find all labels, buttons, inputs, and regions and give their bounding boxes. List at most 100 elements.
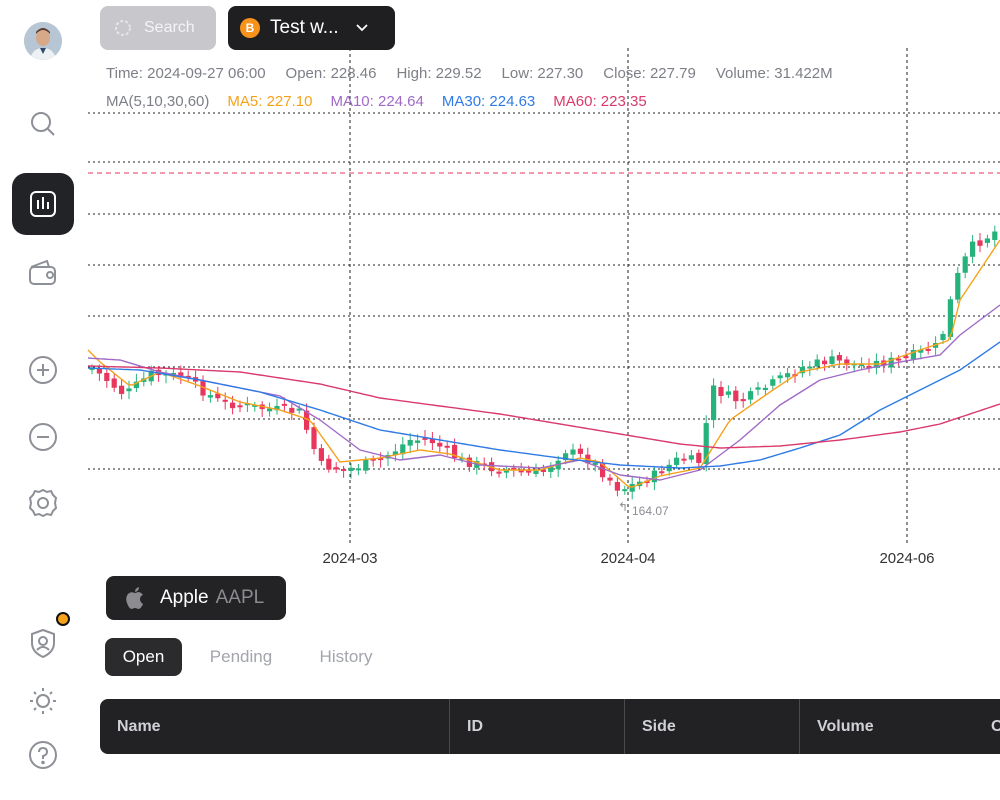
tab-pending[interactable]: Pending xyxy=(198,638,284,676)
candle-body xyxy=(415,440,421,443)
candle-body xyxy=(607,477,613,481)
candle-body xyxy=(725,391,731,395)
candle-body xyxy=(829,356,835,364)
candle-body xyxy=(970,241,976,257)
candle-body xyxy=(289,407,295,413)
candle-body xyxy=(281,403,287,406)
candle-body xyxy=(688,455,694,460)
candle-body xyxy=(814,359,820,367)
candle-body xyxy=(674,457,680,465)
candle-body xyxy=(230,402,236,409)
brightness-icon[interactable] xyxy=(12,670,74,732)
candle-body xyxy=(836,355,842,361)
candle-body xyxy=(614,482,620,491)
candle-body xyxy=(444,445,450,448)
candle-body xyxy=(237,405,243,408)
x-tick-label: 2024-04 xyxy=(600,550,656,567)
candle-body xyxy=(770,379,776,386)
candle-body xyxy=(762,387,768,391)
candle-body xyxy=(777,375,783,379)
candle-body xyxy=(363,459,369,471)
candle-body xyxy=(962,256,968,273)
candle-body xyxy=(577,448,583,454)
candle-body xyxy=(318,448,324,461)
candle-body xyxy=(940,333,946,341)
ma5-value: MA5: 227.10 xyxy=(227,93,313,110)
ma10-line xyxy=(87,304,1000,481)
info-close: Close: 227.79 xyxy=(603,65,696,82)
candle-body xyxy=(526,470,532,473)
ma-info: MA(5,10,30,60) MA5: 227.10 MA10: 224.64 MA3… xyxy=(106,93,665,110)
column-header-name[interactable]: Name xyxy=(100,699,449,754)
candle-body xyxy=(222,399,228,402)
candle-body xyxy=(570,449,576,455)
candle-body xyxy=(977,240,983,246)
candle-body xyxy=(718,386,724,396)
candle-body xyxy=(755,387,761,390)
candle-body xyxy=(326,458,332,470)
candle-body xyxy=(681,458,687,461)
column-header-id[interactable]: ID xyxy=(449,699,624,754)
symbol-ticker: AAPL xyxy=(215,587,265,608)
info-high: High: 229.52 xyxy=(396,65,482,82)
candle-body xyxy=(348,467,354,471)
candle-body xyxy=(748,391,754,400)
help-icon[interactable] xyxy=(12,724,74,786)
candle-body xyxy=(992,231,998,240)
column-header-volume[interactable]: Volume xyxy=(799,699,974,754)
candle-body xyxy=(984,238,990,243)
orders-table-header: Name ID Side Volume O xyxy=(100,699,1000,754)
candle-body xyxy=(104,372,110,382)
candle-body xyxy=(341,468,347,471)
tab-open[interactable]: Open xyxy=(105,638,182,676)
candle-body xyxy=(822,360,828,365)
column-header-open-price[interactable]: O xyxy=(974,699,1000,754)
x-tick-label: 2024-06 xyxy=(879,550,935,567)
tab-history[interactable]: History xyxy=(305,638,387,676)
apple-logo-icon xyxy=(126,587,143,609)
symbol-selector[interactable]: Apple AAPL xyxy=(106,576,286,620)
candle-body xyxy=(407,439,413,446)
candle-body xyxy=(740,399,746,402)
candle-body xyxy=(119,385,125,394)
candle-body xyxy=(355,468,361,471)
ma60-value: MA60: 223.35 xyxy=(553,93,647,110)
low-marker-label: 164.07 xyxy=(632,504,669,518)
candle-body xyxy=(659,471,665,474)
info-low: Low: 227.30 xyxy=(501,65,584,82)
info-open: Open: 228.46 xyxy=(285,65,377,82)
candle-body xyxy=(785,373,791,378)
candle-body xyxy=(496,471,502,474)
info-volume: Volume: 31.422M xyxy=(715,65,833,82)
symbol-name: Apple xyxy=(160,587,209,608)
candle-body xyxy=(651,470,657,483)
candle-body xyxy=(437,442,443,447)
candle-body xyxy=(622,489,628,492)
column-header-side[interactable]: Side xyxy=(624,699,799,754)
candle-body xyxy=(955,272,961,300)
low-marker-arrow-icon: ↰ xyxy=(618,500,629,514)
ma5-line xyxy=(87,239,1000,488)
ma10-value: MA10: 224.64 xyxy=(330,93,424,110)
candle-body xyxy=(696,452,702,463)
ma30-value: MA30: 224.63 xyxy=(441,93,536,110)
candle-body xyxy=(925,348,931,351)
candle-body xyxy=(503,470,509,473)
candle-body xyxy=(111,378,117,388)
candle-body xyxy=(807,366,813,369)
x-tick-label: 2024-03 xyxy=(322,550,378,567)
info-time: Time: 2024-09-27 06:00 xyxy=(106,65,266,82)
ma-label: MA(5,10,30,60) xyxy=(106,93,210,110)
candle-body xyxy=(311,427,317,450)
candle-body xyxy=(711,385,717,421)
candle-body xyxy=(733,390,739,402)
candle-body xyxy=(207,395,213,398)
candle-body xyxy=(903,356,909,359)
candle-body xyxy=(126,388,132,392)
notification-dot xyxy=(56,612,70,626)
candle-body xyxy=(533,470,539,474)
candle-body xyxy=(896,358,902,361)
candlestick-chart[interactable] xyxy=(0,0,1000,560)
candle-body xyxy=(333,467,339,470)
ohlc-info: Time: 2024-09-27 06:00 Open: 228.46 High: … xyxy=(106,65,853,82)
